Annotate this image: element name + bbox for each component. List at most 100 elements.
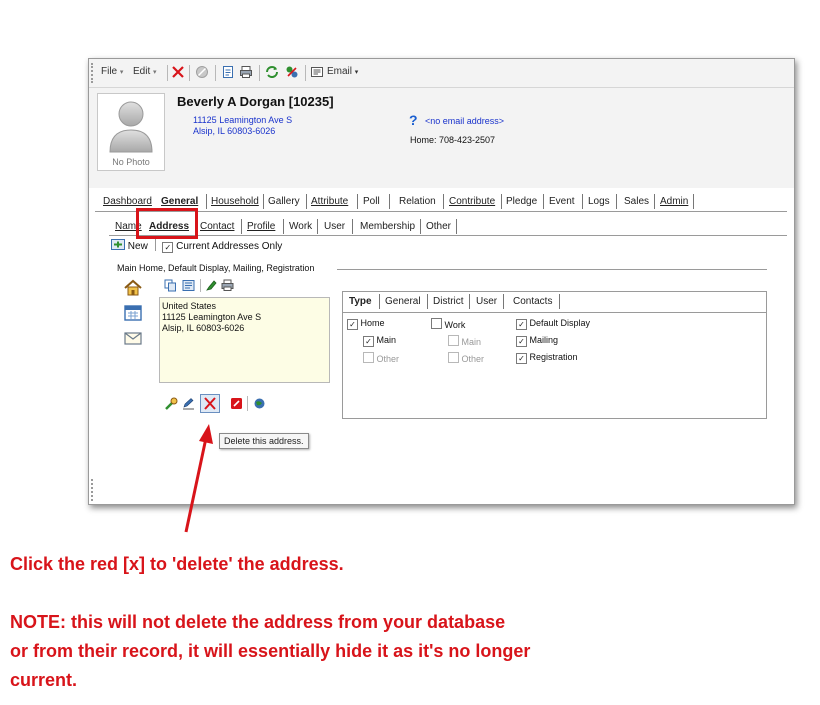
calendar-icon[interactable] [123, 304, 143, 322]
home-icon[interactable] [123, 279, 143, 297]
toolbar-separator [215, 65, 216, 81]
tab-contribute[interactable]: Contribute [449, 196, 495, 207]
tools-icon[interactable] [285, 65, 299, 79]
delete-x-icon [204, 397, 216, 410]
address-country: United States [162, 301, 217, 311]
default-display-checkbox[interactable]: ✓ Default Display [516, 318, 590, 330]
print-icon[interactable] [239, 65, 253, 79]
tab-logs[interactable]: Logs [588, 196, 610, 207]
tab-separator [654, 194, 655, 209]
mailing-checkbox[interactable]: ✓ Mailing [516, 335, 558, 347]
tab-dashboard[interactable]: Dashboard [103, 196, 152, 207]
chevron-down-icon: ▾ [153, 69, 157, 76]
work-checkbox[interactable]: Work [431, 318, 465, 330]
tab-profile[interactable]: Profile [247, 221, 275, 232]
home-main-checkbox[interactable]: ✓ Main [363, 335, 396, 347]
map-icon[interactable] [182, 279, 195, 292]
tab-pledge[interactable]: Pledge [506, 196, 537, 207]
address-tab-highlight [136, 208, 198, 239]
address-line-1: 11125 Leamington Ave S [193, 115, 293, 125]
home-other-checkbox: Other [363, 352, 399, 364]
email-link[interactable]: <no email address> [425, 116, 504, 126]
print-icon[interactable] [221, 279, 234, 292]
tab-district[interactable]: District [433, 296, 464, 307]
photo-frame[interactable]: No Photo [97, 93, 165, 171]
checkbox-checked: ✓ [162, 242, 174, 253]
delete-tooltip: Delete this address. [219, 433, 309, 449]
main-tab-bar: Dashboard General Household Gallery Attr… [95, 191, 787, 212]
toolbar-grip[interactable] [91, 63, 96, 83]
note-line-3: current. [10, 670, 78, 690]
tab-household[interactable]: Household [211, 196, 259, 207]
tab-contacts[interactable]: Contacts [513, 296, 552, 307]
registration-checkbox[interactable]: ✓ Registration [516, 352, 578, 364]
tab-separator [616, 194, 617, 209]
note-line-2: or from their record, it will essentiall… [10, 641, 531, 661]
current-addresses-only-checkbox[interactable]: ✓ Current Addresses Only [162, 241, 282, 253]
close-address-icon[interactable] [230, 397, 243, 410]
tab-separator [241, 219, 242, 234]
document-icon[interactable] [221, 65, 235, 79]
tab-separator [582, 194, 583, 209]
checkbox-checked: ✓ [347, 319, 358, 330]
help-icon[interactable]: ? [409, 112, 418, 128]
checkbox-checked: ✓ [516, 336, 527, 347]
disabled-icon [196, 66, 208, 78]
tab-other[interactable]: Other [426, 221, 451, 232]
checkbox-disabled [448, 352, 459, 363]
verify-address-icon[interactable] [165, 397, 178, 410]
tab-separator [443, 194, 444, 209]
delete-icon[interactable] [171, 65, 185, 79]
tab-contact[interactable]: Contact [200, 221, 234, 232]
tab-relation[interactable]: Relation [399, 196, 436, 207]
checkbox-unchecked [431, 318, 442, 329]
tab-general[interactable]: General [161, 196, 198, 207]
address-line-2: Alsip, IL 60803-6026 [193, 126, 276, 136]
tab-separator [501, 194, 502, 209]
address-city: Alsip, IL 60803-6026 [162, 323, 245, 333]
edit-pen-icon[interactable] [205, 279, 218, 292]
checkbox-disabled [448, 335, 459, 346]
tab-work[interactable]: Work [289, 221, 312, 232]
edit-menu[interactable]: Edit ▾ [133, 66, 157, 77]
toolbar-separator [259, 65, 260, 81]
tab-admin[interactable]: Admin [660, 196, 688, 207]
group-divider [337, 269, 767, 270]
home-checkbox[interactable]: ✓ Home [347, 318, 385, 330]
copy-icon[interactable] [164, 279, 177, 292]
tab-user[interactable]: User [324, 221, 345, 232]
new-address-button[interactable]: New [111, 239, 148, 252]
delete-address-button[interactable] [200, 394, 220, 413]
edit-address-icon[interactable] [182, 397, 195, 410]
globe-icon[interactable] [253, 397, 266, 410]
tab-event[interactable]: Event [549, 196, 575, 207]
tab-poll[interactable]: Poll [363, 196, 380, 207]
email-icon[interactable] [310, 65, 324, 79]
work-main-checkbox: Main [448, 335, 481, 347]
tab-separator [389, 194, 390, 209]
mail-icon[interactable] [123, 329, 143, 347]
tab-separator [693, 194, 694, 209]
splitter-grip[interactable] [91, 479, 96, 501]
email-button[interactable]: Email ▾ [327, 66, 358, 77]
record-address[interactable]: 11125 Leamington Ave S Alsip, IL 60803-6… [193, 115, 292, 137]
tab-attribute[interactable]: Attribute [311, 196, 348, 207]
address-display[interactable]: United States 11125 Leamington Ave S Als… [159, 297, 330, 383]
tab-general-type[interactable]: General [385, 296, 421, 307]
note-line-1: NOTE: this will not delete the address f… [10, 612, 506, 632]
chevron-down-icon: ▾ [119, 69, 124, 76]
tab-gallery[interactable]: Gallery [268, 196, 300, 207]
checkbox-checked: ✓ [516, 353, 527, 364]
tab-type[interactable]: Type [349, 296, 372, 307]
checkbox-checked: ✓ [363, 336, 374, 347]
tab-separator [206, 194, 207, 209]
application-window: File ▾ Edit ▾ Email ▾ No Photo Beverly A… [88, 58, 795, 505]
tab-membership[interactable]: Membership [360, 221, 415, 232]
tab-separator [543, 194, 544, 209]
toolbar-separator [154, 239, 156, 251]
file-menu[interactable]: File ▾ [101, 66, 123, 77]
tab-sales[interactable]: Sales [624, 196, 649, 207]
refresh-icon[interactable] [265, 65, 279, 79]
tab-user-type[interactable]: User [476, 296, 497, 307]
toolbar: File ▾ Edit ▾ Email ▾ [89, 59, 794, 88]
